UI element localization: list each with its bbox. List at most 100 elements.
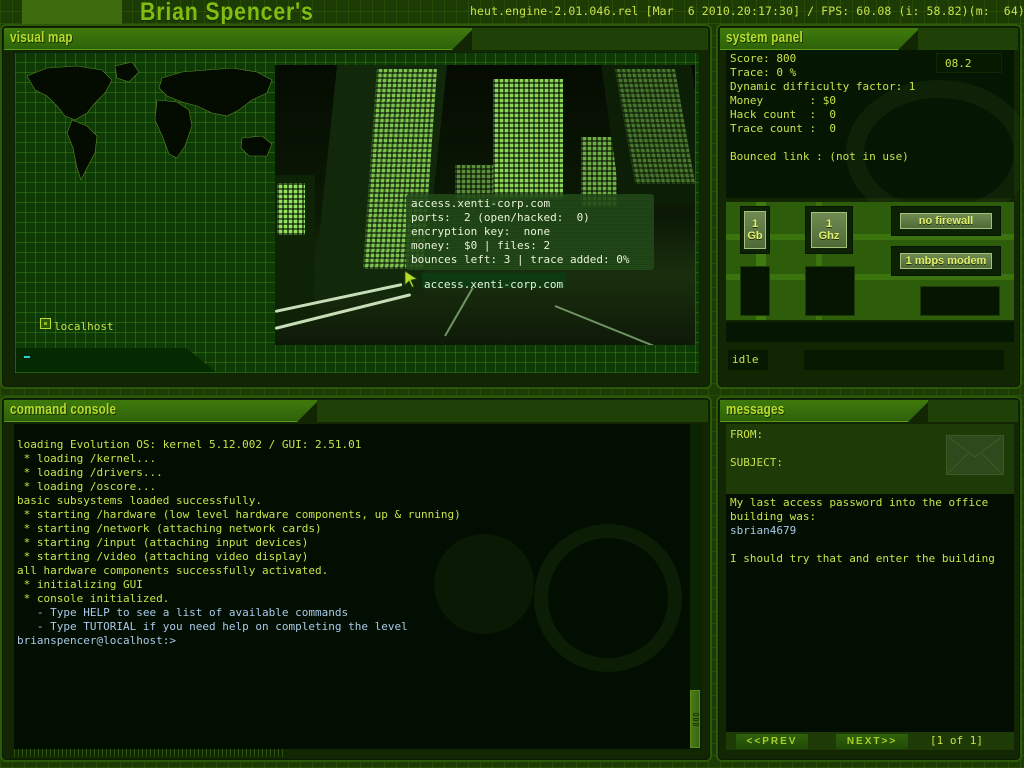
version-box: 08.2	[936, 53, 1002, 73]
cpu-speed: 1	[825, 218, 833, 230]
next-message-button[interactable]: NEXT>>	[836, 734, 908, 749]
panel-header-tail	[918, 28, 1018, 50]
console-line: basic subsystems loaded successfully.	[17, 494, 263, 507]
money-stat: Money : $0	[730, 94, 836, 107]
memory-chip-face: 1 Gb	[744, 211, 766, 249]
memory-chip[interactable]: 1 Gb	[740, 206, 770, 254]
tooltip-bounces-trace: bounces left: 3 | trace added: 0%	[411, 253, 630, 266]
panel-header-tail	[317, 400, 708, 422]
cpu-chip-face: 1 Ghz	[811, 212, 847, 248]
difficulty-stat: Dynamic difficulty factor: 1	[730, 80, 916, 93]
memory-amount: 1	[751, 218, 759, 230]
target-host-label[interactable]: access.xenti-corp.com	[424, 278, 563, 291]
grip-icon	[693, 718, 699, 721]
console-line: - Type TUTORIAL if you need help on comp…	[17, 620, 408, 633]
grip-icon	[693, 723, 699, 726]
version-label: 08.2	[945, 57, 972, 70]
console-ruler	[14, 749, 284, 757]
hardware-board: 1 Gb 1 Ghz no firewall 1 mbps modem	[726, 202, 1014, 320]
status-label: idle	[732, 353, 759, 366]
bounced-link-stat: Bounced link : (not in use)	[730, 150, 909, 163]
console-line: - Type HELP to see a list of available c…	[17, 606, 349, 619]
cpu-unit: Ghz	[818, 230, 840, 242]
building	[277, 183, 305, 235]
modem-label: 1 mbps modem	[900, 253, 992, 269]
tooltip-ports: ports: 2 (open/hacked: 0)	[411, 211, 590, 224]
console-line: * loading /kernel...	[17, 452, 157, 465]
panel-header: command console	[4, 400, 319, 422]
console-line: * loading /drivers...	[17, 466, 163, 479]
top-bar: Brian Spencer's heut.engine-2.01.046.rel…	[0, 0, 1024, 26]
message-page-indicator: [1 of 1]	[930, 734, 983, 747]
console-line: * console initialized.	[17, 592, 170, 605]
console-line: * starting /video (attaching video displ…	[17, 550, 309, 563]
prev-message-button[interactable]: <<PREV	[736, 734, 808, 749]
empty-cpu-slot[interactable]	[805, 266, 855, 316]
panel-header-tail	[928, 400, 1018, 422]
mouse-cursor-icon	[404, 270, 418, 288]
message-line: building was:	[730, 510, 817, 523]
status-box: idle	[728, 350, 768, 370]
tooltip-host: access.xenti-corp.com	[411, 197, 551, 210]
trace-count-stat: Trace count : 0	[730, 122, 836, 135]
panel-header-tail	[472, 28, 708, 50]
message-line: I should try that and enter the building	[730, 552, 995, 565]
road-line	[444, 283, 476, 337]
building	[493, 79, 563, 199]
panel-header: messages	[720, 400, 930, 422]
message-password: sbrian4679	[730, 524, 797, 537]
map-cursor	[24, 356, 30, 358]
engine-status: heut.engine-2.01.046.rel [Mar 6 2010.20:…	[470, 4, 1024, 18]
panel-title: system panel	[726, 29, 803, 46]
console-prompt[interactable]: brianspencer@localhost:>	[17, 634, 176, 648]
memory-unit: Gb	[747, 230, 763, 242]
message-body: My last access password into the office …	[726, 494, 1014, 732]
trace-stat: Trace: 0 %	[730, 66, 797, 79]
tooltip-encryption: encryption key: none	[411, 225, 551, 238]
map-footer	[16, 348, 216, 372]
node-square-icon[interactable]	[40, 318, 51, 329]
empty-memory-slot[interactable]	[740, 266, 770, 316]
console-line: * starting /hardware (low level hardware…	[17, 508, 461, 521]
system-panel: system panel Score: 800 Trace: 0 % Dynam…	[716, 24, 1024, 389]
firewall-chip[interactable]: no firewall	[891, 206, 1001, 236]
from-label: FROM:	[730, 428, 764, 441]
score-stat: Score: 800	[730, 52, 797, 65]
console-line: * starting /network (attaching network c…	[17, 522, 322, 535]
host-info-tooltip: access.xenti-corp.com ports: 2 (open/hac…	[406, 194, 654, 270]
grip-icon	[693, 713, 699, 716]
hack-count-stat: Hack count : 0	[730, 108, 836, 121]
panel-header: system panel	[720, 28, 920, 50]
panel-header: visual map	[4, 28, 474, 50]
activity-progress-bar	[804, 350, 1004, 370]
world-map-icon	[26, 61, 273, 181]
modem-chip[interactable]: 1 mbps modem	[891, 246, 1001, 276]
command-console-panel: command console loading Evolution OS: ke…	[0, 396, 712, 762]
message-header: FROM: SUBJECT:	[726, 424, 1014, 494]
panel-title: command console	[10, 401, 117, 418]
empty-expansion-slot[interactable]	[920, 286, 1000, 316]
status-strip	[726, 322, 1014, 342]
target-host-node[interactable]: access.xenti-corp.com	[422, 273, 566, 291]
console-output[interactable]: loading Evolution OS: kernel 5.12.002 / …	[14, 424, 694, 749]
road-line	[554, 305, 695, 345]
title-block-decoration	[22, 0, 122, 24]
message-line: My last access password into the office	[730, 496, 989, 509]
console-scrollbar[interactable]	[690, 424, 702, 749]
subject-label: SUBJECT:	[730, 456, 783, 469]
firewall-label: no firewall	[900, 213, 992, 229]
console-line: * initializing GUI	[17, 578, 143, 591]
console-line: * loading /oscore...	[17, 480, 157, 493]
console-line: all hardware components successfully act…	[17, 564, 329, 577]
messages-panel: messages FROM: SUBJECT: My last access p…	[716, 396, 1022, 762]
game-title: Brian Spencer's	[140, 0, 314, 26]
console-line: loading Evolution OS: kernel 5.12.002 / …	[17, 438, 362, 451]
cpu-chip[interactable]: 1 Ghz	[805, 206, 853, 254]
console-line: * starting /input (attaching input devic…	[17, 536, 309, 549]
envelope-icon	[946, 435, 1004, 475]
console-scroll-thumb[interactable]	[690, 690, 700, 748]
localhost-node-label[interactable]: localhost	[54, 320, 114, 333]
tooltip-money-files: money: $0 | files: 2	[411, 239, 551, 252]
panel-title: messages	[726, 401, 785, 418]
panel-title: visual map	[10, 29, 73, 46]
